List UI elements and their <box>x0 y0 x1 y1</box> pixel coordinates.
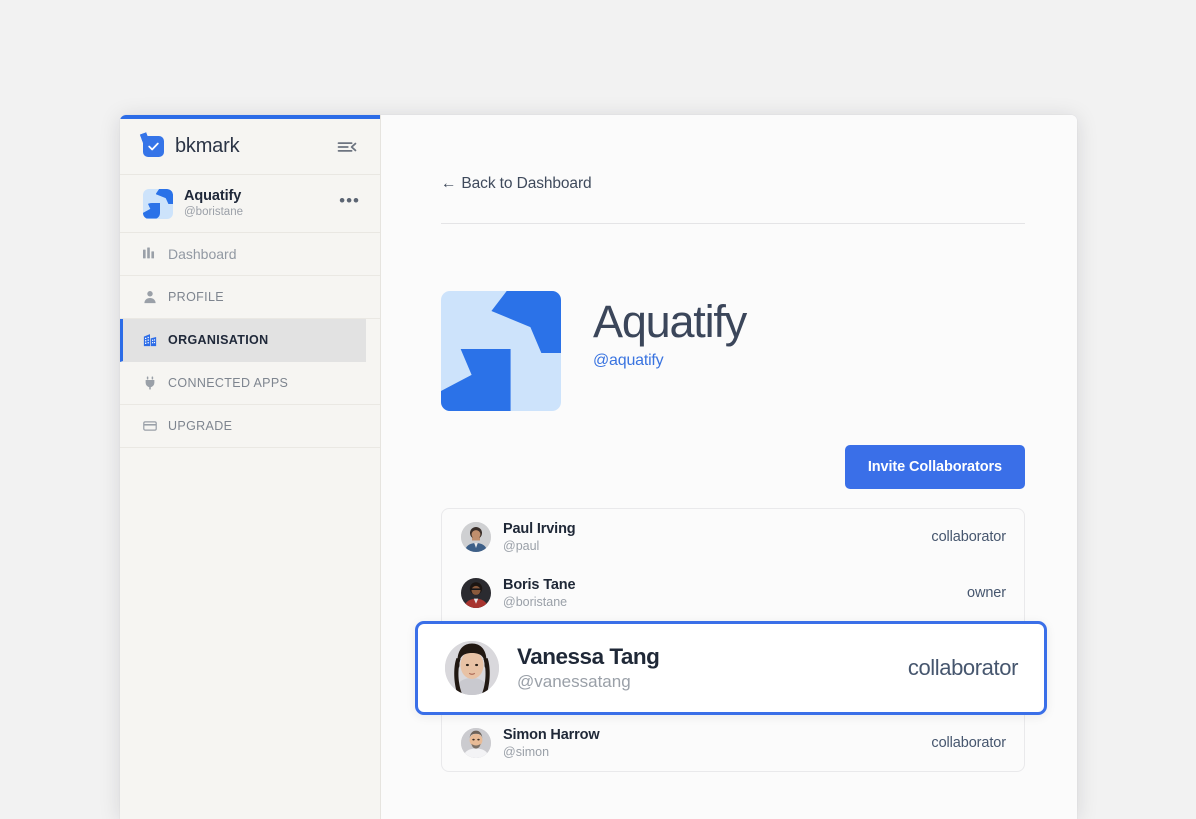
check-bookmark-icon <box>143 136 164 157</box>
organisation-header: Aquatify @aquatify <box>441 291 1025 411</box>
header-divider <box>441 223 1025 224</box>
sidebar-item-profile[interactable]: PROFILE <box>120 276 380 319</box>
credit-card-icon <box>142 418 158 434</box>
sidebar: bkmark Aquatify @boristane ••• Dashboard… <box>120 115 381 819</box>
main-content: ← Back to Dashboard Aquatify @aquatify In… <box>381 115 1077 819</box>
sidebar-empty-space <box>120 448 380 819</box>
sidebar-item-organisation[interactable]: ORGANISATION <box>120 319 366 362</box>
collaborator-handle: @paul <box>503 538 540 553</box>
sidebar-item-organisation-label: ORGANISATION <box>168 333 269 347</box>
collaborator-handle: @simon <box>503 744 550 759</box>
list-item[interactable]: Paul Irving @paul collaborator <box>442 509 1024 565</box>
collaborator-handle: @boristane <box>503 594 568 609</box>
brand-row: bkmark <box>120 119 380 175</box>
collaborator-name: Simon Harrow <box>503 726 600 743</box>
collaborators-list: Paul Irving @paul collaborator Boris Tan… <box>415 508 1047 772</box>
collapse-sidebar-icon[interactable] <box>336 138 358 156</box>
sidebar-org-name: Aquatify <box>184 188 242 205</box>
aquatify-logo-icon <box>143 188 173 219</box>
collaborator-name: Boris Tane <box>503 576 576 593</box>
invite-row: Invite Collaborators <box>441 445 1025 489</box>
invite-collaborators-button[interactable]: Invite Collaborators <box>844 445 1025 489</box>
sidebar-item-upgrade-label: UPGRADE <box>168 419 233 433</box>
plug-icon <box>142 375 158 391</box>
sidebar-item-connected-apps[interactable]: CONNECTED APPS <box>120 362 380 405</box>
back-arrow-icon: ← <box>441 175 457 192</box>
collaborator-role: owner <box>967 585 1006 601</box>
building-icon <box>142 332 158 348</box>
sidebar-item-dashboard[interactable]: Dashboard <box>120 233 380 276</box>
list-item[interactable]: Boris Tane @boristane owner <box>442 565 1024 621</box>
sidebar-org-row[interactable]: Aquatify @boristane ••• <box>120 175 380 233</box>
avatar <box>461 728 491 758</box>
avatar <box>461 522 491 552</box>
organisation-handle: @aquatify <box>593 352 664 370</box>
dashboard-grid-icon <box>142 246 158 262</box>
page-title: Aquatify <box>593 296 747 347</box>
org-more-menu-icon[interactable]: ••• <box>339 192 360 211</box>
list-item-selected[interactable]: Vanessa Tang @vanessatang collaborator <box>415 621 1047 715</box>
collaborator-name: Vanessa Tang <box>517 644 660 670</box>
collaborator-name: Paul Irving <box>503 520 576 537</box>
back-to-dashboard-link[interactable]: ← Back to Dashboard <box>441 175 592 193</box>
highlighted-row-slot: Vanessa Tang @vanessatang collaborator <box>415 621 1047 715</box>
sidebar-org-handle: @boristane <box>184 205 243 218</box>
back-to-dashboard-label: Back to Dashboard <box>461 175 592 192</box>
avatar <box>445 641 499 695</box>
app-window: bkmark Aquatify @boristane ••• Dashboard… <box>120 115 1077 819</box>
aquatify-logo-icon <box>441 291 561 411</box>
sidebar-item-upgrade[interactable]: UPGRADE <box>120 405 380 448</box>
person-icon <box>142 289 158 305</box>
brand-name: bkmark <box>175 135 240 157</box>
avatar <box>461 578 491 608</box>
sidebar-item-profile-label: PROFILE <box>168 290 224 304</box>
collaborator-role: collaborator <box>931 529 1006 545</box>
collaborator-handle: @vanessatang <box>517 672 631 692</box>
list-item[interactable]: Simon Harrow @simon collaborator <box>442 715 1024 771</box>
sidebar-item-connected-apps-label: CONNECTED APPS <box>168 376 289 390</box>
sidebar-item-dashboard-label: Dashboard <box>168 246 237 262</box>
collaborator-role: collaborator <box>907 655 1019 680</box>
collaborator-role: collaborator <box>931 735 1006 751</box>
